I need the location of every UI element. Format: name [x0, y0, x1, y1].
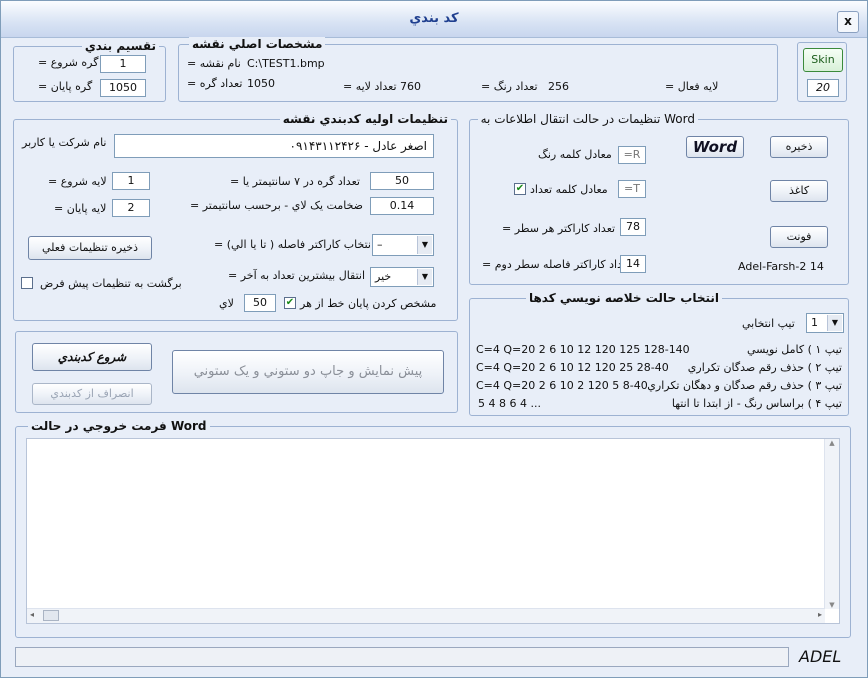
- scroll-left-icon[interactable]: ◂: [30, 610, 34, 619]
- map-layers-label: = تعداد لايه: [343, 80, 397, 93]
- output-group: فرمت خروجي در حالت Word ▲ ▼ ◂ ▸: [15, 419, 851, 638]
- start-layer-label: = لايه شروع: [48, 175, 107, 188]
- vertical-scrollbar[interactable]: ▲ ▼: [824, 439, 839, 609]
- map-name-value: C:\TEST1.bmp: [247, 57, 325, 70]
- move-largest-value: خير: [375, 270, 392, 283]
- start-coding-button[interactable]: شروع كدبندي: [32, 343, 152, 371]
- type-select-value: 1: [811, 316, 818, 329]
- company-label: نام شركت يا كاربر: [22, 136, 107, 149]
- map-specs-legend: مشخصات اصلي نقشه: [189, 37, 326, 51]
- summary-group: انتخاب حالت خلاصه نويسي كدها تيپ انتخابي…: [469, 291, 849, 416]
- font-info-text: Adel-Farsh-2 14: [738, 260, 824, 273]
- nodes-7cm-label: = تعداد گره در ۷ سانتيمتر يا: [230, 175, 360, 188]
- nodes-7cm-input[interactable]: 50: [370, 172, 434, 190]
- division-group: تقسيم بندي = گره شروع 1 = گره پايان 1050: [13, 39, 166, 102]
- start-node-label: = گره شروع: [38, 56, 99, 69]
- endline-input[interactable]: 50: [244, 294, 276, 312]
- map-nodes-label: = تعداد گره: [187, 77, 243, 90]
- scroll-up-icon[interactable]: ▲: [825, 439, 839, 447]
- division-legend: تقسيم بندي: [81, 39, 159, 53]
- type-selection-label: تيپ انتخابي: [742, 317, 795, 330]
- move-largest-select[interactable]: خير ▼: [370, 267, 434, 287]
- chevron-down-icon[interactable]: ▼: [417, 269, 432, 285]
- scroll-right-icon[interactable]: ▸: [818, 610, 822, 619]
- end-node-label: = گره پايان: [38, 80, 93, 93]
- thickness-input[interactable]: 0.14: [370, 197, 434, 215]
- separator-char-label: = انتخاب كاراكتر فاصله ( تا يا الي): [214, 238, 374, 251]
- window-title: کد بندي: [409, 11, 459, 26]
- horizontal-scroll-thumb[interactable]: [43, 610, 59, 621]
- color-word-label: معادل كلمه رنگ: [538, 148, 612, 161]
- start-layer-input[interactable]: 1: [112, 172, 150, 190]
- initial-settings-group: تنظيمات اوليه كدبندي نقشه نام شركت يا كا…: [13, 112, 458, 321]
- chars-per-line-label: = تعداد كاراكتر هر سطر: [502, 222, 616, 235]
- paper-button[interactable]: كاغذ: [770, 180, 828, 202]
- count-word-checkbox[interactable]: ✔: [514, 183, 526, 195]
- color-word-input[interactable]: =R: [618, 146, 646, 164]
- second-line-spacing-input[interactable]: 14: [620, 255, 646, 273]
- map-specs-group: مشخصات اصلي نقشه C:\TEST1.bmp = نام نقشه…: [178, 37, 778, 102]
- separator-char-select[interactable]: – ▼: [372, 234, 434, 256]
- map-nodes-value: 1050: [247, 77, 275, 90]
- type-label-3: تيپ ۳ ) حذف رقم صدگان و دهگان تكراري: [647, 379, 842, 392]
- endline-label: مشخص کردن پايان خط از هر: [300, 297, 437, 310]
- skin-group: Skin 20: [797, 42, 847, 102]
- summary-legend: انتخاب حالت خلاصه نويسي كدها: [525, 291, 722, 305]
- cancel-coding-button: انصراف از كدبندي: [32, 383, 152, 405]
- chevron-down-icon[interactable]: ▼: [827, 315, 842, 331]
- chars-per-line-input[interactable]: 78: [620, 218, 646, 236]
- output-legend: فرمت خروجي در حالت Word: [28, 419, 210, 433]
- actions-group: شروع كدبندي انصراف از كدبندي پيش نمايش و…: [15, 331, 458, 413]
- separator-char-value: –: [377, 238, 383, 251]
- end-layer-label: = لايه پايان: [54, 202, 107, 215]
- preview-print-button[interactable]: پيش نمايش و جاپ دو ستوني و يک ستوني: [172, 350, 444, 394]
- endline-checkbox[interactable]: ✔: [284, 297, 296, 309]
- skin-value[interactable]: 20: [807, 79, 839, 97]
- thickness-label: = ضخامت يک لاي - برحسب سانتيمتر: [190, 199, 364, 212]
- save-settings-button[interactable]: ذخيره تنظيمات فعلي: [28, 236, 152, 260]
- initial-settings-legend: تنظيمات اوليه كدبندي نقشه: [279, 112, 451, 126]
- map-active-layer-label: = لايه فعال: [665, 80, 719, 93]
- chevron-down-icon[interactable]: ▼: [417, 236, 432, 254]
- horizontal-scrollbar[interactable]: ◂ ▸: [27, 608, 825, 623]
- end-node-input[interactable]: 1050: [100, 79, 146, 97]
- type-label-1: تيپ ۱ ) كامل نويسي: [747, 343, 842, 356]
- skin-button[interactable]: Skin: [803, 48, 843, 72]
- map-layers-value: 760: [400, 80, 421, 93]
- start-node-input[interactable]: 1: [100, 55, 146, 73]
- move-largest-label: = انتقال بيشترين تعداد به آخر: [228, 269, 366, 282]
- reset-defaults-label: برگشت به تنظيمات پيش فرض: [40, 277, 182, 290]
- type-sample-1: C=4 Q=20 2 6 10 12 120 125 128-140: [476, 343, 690, 356]
- type-select[interactable]: 1 ▼: [806, 313, 844, 333]
- count-word-label: معادل كلمه تعداد: [530, 183, 608, 196]
- company-input[interactable]: اصغر عادل - ۰۹۱۴۳۱۱۲۴۲۶: [114, 134, 434, 158]
- title-bar: کد بندي x: [1, 1, 867, 38]
- word-settings-legend: تنظيمات در حالت انتقال اطلاعات به Word: [477, 112, 698, 126]
- output-textarea[interactable]: ▲ ▼ ◂ ▸: [26, 438, 840, 624]
- end-layer-input[interactable]: 2: [112, 199, 150, 217]
- map-name-label: = نام نقشه: [187, 57, 241, 70]
- type-sample-2: C=4 Q=20 2 6 10 12 120 25 28-40: [476, 361, 669, 374]
- type-sample-3: C=4 Q=20 2 6 10 2 120 5 8-40: [476, 379, 648, 392]
- save-button[interactable]: ذخيره: [770, 136, 828, 158]
- reset-defaults-checkbox[interactable]: [21, 277, 33, 289]
- word-settings-group: تنظيمات در حالت انتقال اطلاعات به Word W…: [469, 112, 849, 285]
- scroll-down-icon[interactable]: ▼: [825, 601, 839, 609]
- close-button[interactable]: x: [837, 11, 859, 33]
- map-colors-value: 256: [548, 80, 569, 93]
- brand-label: ADEL: [799, 647, 842, 666]
- type-label-2: تيپ ۲ ) حذف رقم صدگان تكراري: [687, 361, 842, 374]
- word-button[interactable]: Word: [686, 136, 744, 158]
- map-colors-label: = تعداد رنگ: [481, 80, 538, 93]
- main-window: کد بندي x تقسيم بندي = گره شروع 1 = گره …: [0, 0, 868, 678]
- progress-bar: [15, 647, 789, 667]
- type-sample-4: 5 4 8 6 4 ...: [478, 397, 541, 410]
- second-line-spacing-label: = تعداد كاراكتر فاصله سطر دوم: [482, 258, 632, 271]
- font-button[interactable]: فونت: [770, 226, 828, 248]
- count-word-input[interactable]: =T: [618, 180, 646, 198]
- endline-unit-label: لاي: [219, 297, 234, 310]
- type-label-4: تيپ ۴ ) براساس رنگ - از ابتدا تا انتها: [671, 397, 842, 410]
